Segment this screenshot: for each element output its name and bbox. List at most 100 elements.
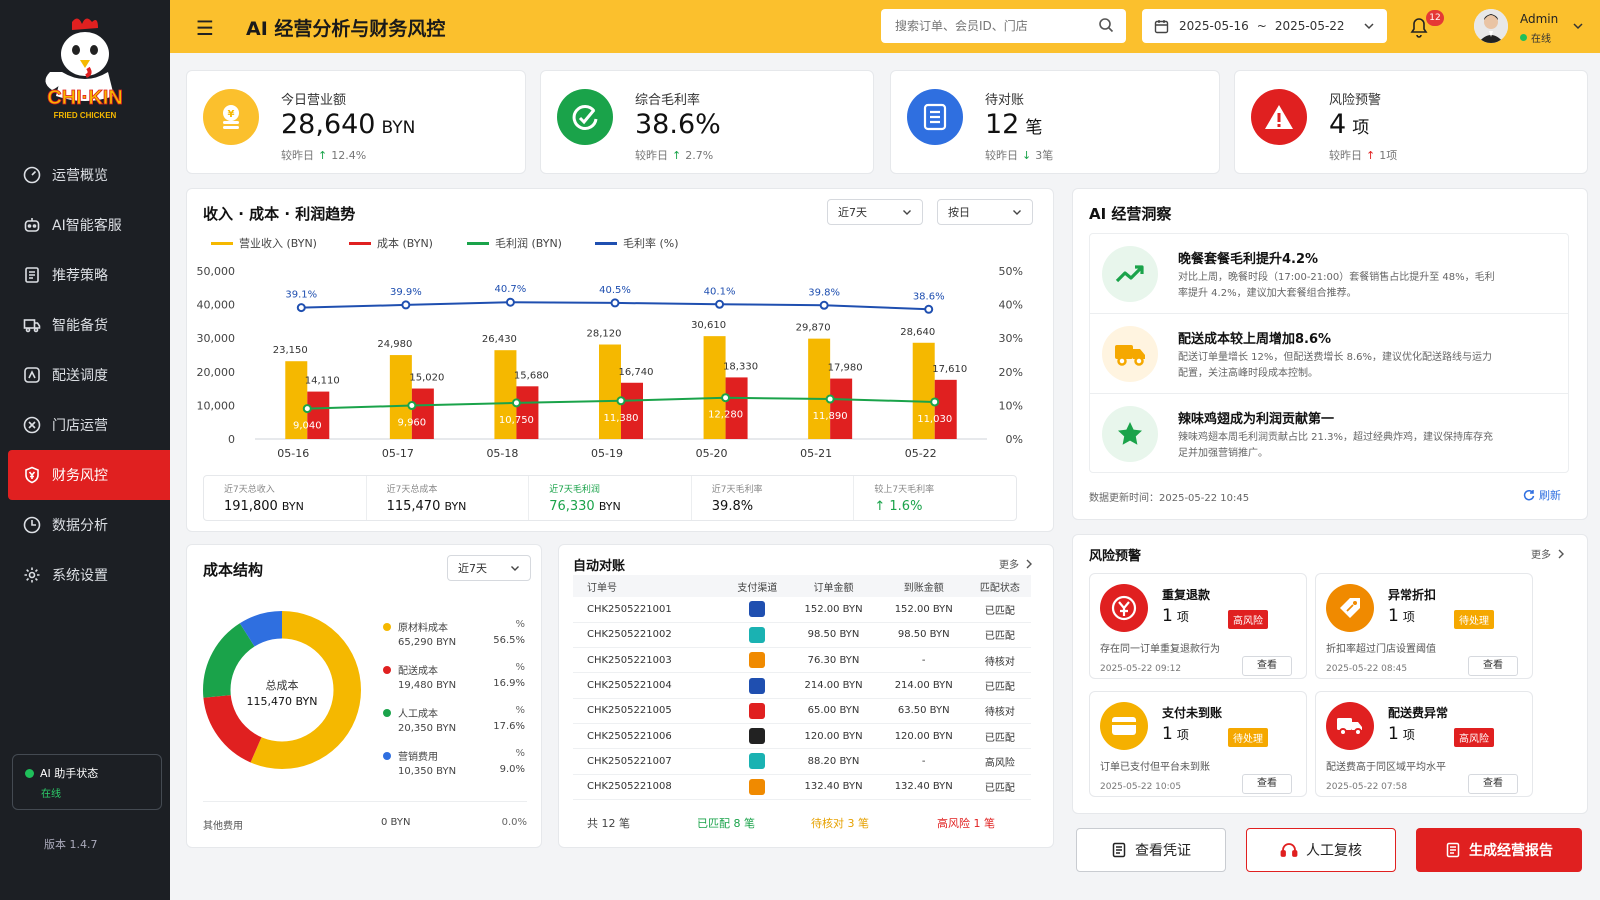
ai-assistant-status: AI 助手状态 在线: [12, 754, 162, 810]
chevron-down-icon[interactable]: [1572, 20, 1584, 32]
risk-count-unit: 项: [1176, 610, 1189, 624]
y2-tick-label: 10%: [999, 399, 1023, 412]
kpi-compare-value: 2.7%: [685, 149, 714, 162]
y-tick-label: 40,000: [197, 299, 236, 312]
table-row[interactable]: CHK2505221007 88.20 BYN - 高风险: [573, 748, 1031, 775]
kpi-card-pending-recon: 待对账 12 笔 较昨日 ↓ 3笔: [890, 70, 1220, 174]
arrow-up-icon: ↑: [318, 149, 328, 162]
y-tick-label: 10,000: [197, 399, 236, 412]
risk-card-payment-not-received[interactable]: 支付未到账 1项 待处理 订单已支付但平台未到账 2025-05-22 10:0…: [1089, 691, 1307, 797]
sidebar-item-store[interactable]: 门店运营: [0, 400, 170, 450]
refresh-label: 刷新: [1539, 489, 1561, 502]
cost-legend-labor: 人工成本% 20,350 BYN 17.6%: [383, 705, 525, 734]
profit-point: [407, 401, 417, 411]
match-status: 待核对: [968, 698, 1031, 724]
sidebar-item-dispatch[interactable]: 配送调度: [0, 350, 170, 400]
table-row[interactable]: CHK2505221005 65.00 BYN 63.50 BYN 待核对: [573, 698, 1031, 724]
table-row[interactable]: CHK2505221004 214.00 BYN 214.00 BYN 已匹配: [573, 672, 1031, 699]
order-id: CHK2505221007: [573, 748, 727, 775]
margin-point: [401, 300, 411, 310]
search-icon[interactable]: [1098, 17, 1114, 33]
coins-icon: ¥: [203, 89, 259, 145]
insights-updated: 数据更新时间：2025-05-22 10:45: [1089, 493, 1250, 504]
kpi-value: 28,640 BYN: [281, 109, 415, 140]
legend-dot: [383, 751, 391, 760]
table-row[interactable]: CHK2505221002 98.50 BYN 98.50 BYN 已匹配: [573, 622, 1031, 649]
table-row[interactable]: CHK2505221006 120.00 BYN 120.00 BYN 已匹配: [573, 723, 1031, 750]
table-row[interactable]: CHK2505221003 76.30 BYN - 待核对: [573, 647, 1031, 674]
cost-range-select[interactable]: 近7天: [447, 555, 531, 581]
avatar[interactable]: [1474, 9, 1508, 43]
sidebar-item-finance-risk[interactable]: 财务风控: [8, 450, 170, 500]
date-end: 2025-05-22: [1274, 19, 1345, 33]
trend-granularity-select[interactable]: 按日: [937, 199, 1033, 225]
risk-card-desc: 订单已支付但平台未到账: [1100, 762, 1210, 773]
risk-count-number: 1: [1388, 606, 1399, 626]
summary-value: ↑ 1.6%: [874, 499, 923, 514]
profit-point: [930, 397, 940, 407]
truck-icon: [1326, 702, 1374, 750]
kpi-unit: 笔: [1025, 118, 1043, 138]
sidebar-item-overview[interactable]: 运营概览: [0, 150, 170, 200]
sidebar-item-label: 数据分析: [52, 518, 108, 534]
profit-point: [302, 404, 312, 414]
sidebar-item-label: 系统设置: [52, 568, 108, 584]
sidebar-item-analysis[interactable]: 数据分析: [0, 500, 170, 550]
insights-title: AI 经营洞察: [1089, 205, 1172, 223]
insight-item[interactable]: 晚餐套餐毛利提升4.2% 对比上周，晚餐时段（17:00-21:00）套餐销售占…: [1090, 234, 1568, 314]
risk-card-count: 1项: [1162, 606, 1189, 626]
order-amount: 88.20 BYN: [788, 748, 879, 775]
cost-bar: [411, 388, 434, 439]
kpi-value-number: 38.6%: [635, 109, 721, 140]
table-row[interactable]: CHK2505221008 132.40 BYN 132.40 BYN 已匹配: [573, 774, 1031, 800]
insight-item[interactable]: 辣味鸡翅成为利润贡献第一 辣味鸡翅本周毛利润贡献占比 21.3%，超过经典炸鸡，…: [1090, 394, 1568, 474]
cost-bar-label: 17,610: [932, 364, 967, 375]
view-voucher-button[interactable]: 查看凭证: [1076, 828, 1226, 872]
view-button[interactable]: 查看: [1468, 774, 1518, 794]
view-button[interactable]: 查看: [1242, 656, 1292, 676]
risk-card-desc: 存在同一订单重复退款行为: [1100, 644, 1220, 655]
menu-toggle-icon[interactable]: ☰: [196, 16, 214, 40]
manual-review-button[interactable]: 人工复核: [1246, 828, 1396, 872]
summary-number: 76,330: [549, 499, 595, 514]
other-cost-pct: 0.0%: [501, 817, 527, 828]
risk-more-link[interactable]: 更多: [1531, 546, 1565, 561]
margin-point-label: 39.1%: [285, 290, 317, 301]
risk-card-duplicate-refund[interactable]: 重复退款 1项 高风险 存在同一订单重复退款行为 2025-05-22 09:1…: [1089, 573, 1307, 679]
view-button[interactable]: 查看: [1468, 656, 1518, 676]
refresh-button[interactable]: 刷新: [1523, 487, 1561, 503]
summary-number: 115,470: [386, 499, 441, 514]
search-input[interactable]: [881, 9, 1126, 43]
sidebar-item-recommend[interactable]: 推荐策略: [0, 250, 170, 300]
report-icon: [1446, 842, 1460, 858]
date-range-picker[interactable]: 2025-05-16 ~ 2025-05-22: [1142, 9, 1387, 43]
generate-report-button[interactable]: 生成经营报告: [1416, 828, 1582, 872]
sidebar-item-settings[interactable]: 系统设置: [0, 550, 170, 600]
sidebar-item-stock[interactable]: 智能备货: [0, 300, 170, 350]
received-amount: 98.50 BYN: [878, 622, 969, 649]
kpi-compare-label: 较昨日: [1329, 149, 1362, 162]
view-button[interactable]: 查看: [1242, 774, 1292, 794]
trend-range-select[interactable]: 近7天: [827, 199, 923, 225]
insight-title: 辣味鸡翅成为利润贡献第一: [1178, 412, 1335, 427]
sidebar-item-ai-service[interactable]: AI智能客服: [0, 200, 170, 250]
received-amount: -: [878, 647, 969, 674]
recon-more-link[interactable]: 更多: [999, 556, 1033, 571]
kpi-value: 12 笔: [985, 109, 1042, 140]
summary-profit: 近7天毛利润 76,330 BYN: [529, 476, 692, 520]
profit-point: [616, 396, 626, 406]
chevron-down-icon: [1364, 23, 1374, 30]
insight-item[interactable]: 配送成本较上周增加8.6% 配送订单量增长 12%，但配送费增长 8.6%，建议…: [1090, 314, 1568, 394]
risk-card-abnormal-discount[interactable]: 异常折扣 1项 待处理 折扣率超过门店设置阈值 2025-05-22 08:45…: [1315, 573, 1533, 679]
kpi-value-number: 4: [1329, 109, 1347, 140]
risk-card-delivery-fee[interactable]: 配送费异常 1项 高风险 配送费高于同区域平均水平 2025-05-22 07:…: [1315, 691, 1533, 797]
order-id: CHK2505221002: [573, 622, 727, 649]
risk-count-number: 1: [1162, 606, 1173, 626]
select-value: 近7天: [458, 562, 487, 575]
delivery-truck-icon: [1102, 326, 1158, 382]
document-icon: [22, 265, 42, 285]
kpi-compare-label: 较昨日: [281, 149, 314, 162]
table-row[interactable]: CHK2505221001 152.00 BYN 152.00 BYN 已匹配: [573, 597, 1031, 623]
summary-revenue: 近7天总收入 191,800 BYN: [204, 476, 367, 520]
legend-dot: [383, 665, 391, 674]
